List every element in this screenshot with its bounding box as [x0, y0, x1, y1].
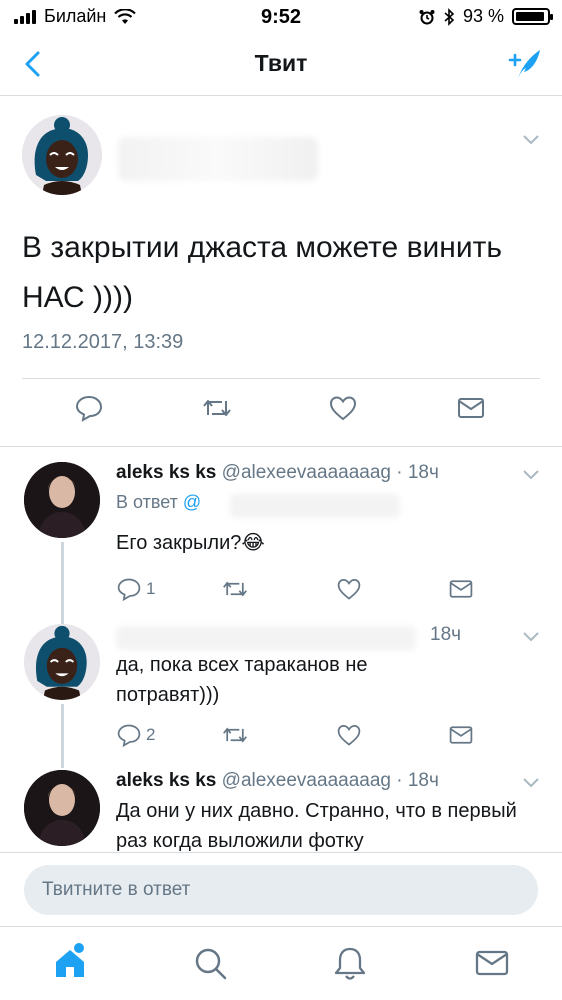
- avatar[interactable]: [24, 462, 100, 538]
- reply-time: · 18ч: [396, 770, 439, 791]
- reply-icon[interactable]: [74, 393, 104, 423]
- divider: [22, 378, 540, 379]
- reply-tweet[interactable]: aleks ks ks @alexeevaaaaaaag · 18ч В отв…: [0, 448, 562, 618]
- compose-icon[interactable]: [504, 46, 544, 82]
- tweet-date: 12.12.2017, 13:39: [22, 331, 184, 353]
- thread-line: [61, 704, 64, 764]
- reply-header: aleks ks ks @alexeevaaaaaaag · 18ч: [116, 462, 439, 484]
- thread-line: [61, 542, 64, 618]
- blurred-handle: [230, 494, 400, 518]
- dm-icon[interactable]: [456, 393, 486, 423]
- retweet-icon[interactable]: [200, 393, 234, 423]
- in-reply-label: В ответ: [116, 492, 183, 512]
- battery-percent: 93 %: [462, 6, 504, 26]
- dm-icon[interactable]: [448, 722, 474, 748]
- home-icon[interactable]: [50, 943, 90, 983]
- reply-action[interactable]: 2: [116, 722, 155, 748]
- reply-text-content: Его закрыли?: [116, 532, 242, 554]
- display-name[interactable]: aleks ks ks: [116, 462, 216, 483]
- thread-line: [61, 764, 64, 768]
- avatar-illustration: [24, 624, 100, 700]
- retweet-icon[interactable]: [220, 722, 250, 748]
- blurred-username: [116, 626, 416, 650]
- laughing-emoji: 😂: [241, 532, 265, 554]
- user-handle[interactable]: @alexeevaaaaaaag: [222, 770, 391, 791]
- tweet-text: В закрытии джаста можете винить НАС )))): [22, 231, 502, 314]
- dm-icon[interactable]: [448, 576, 474, 602]
- reply-time: 18ч: [430, 624, 462, 645]
- display-name[interactable]: aleks ks ks: [116, 770, 216, 791]
- user-handle[interactable]: @alexeevaaaaaaag: [222, 462, 391, 483]
- reply-text: Его закрыли?😂: [116, 528, 536, 558]
- in-reply-to: В ответ @: [116, 492, 201, 513]
- messages-icon[interactable]: [472, 943, 512, 983]
- nav-bar: Твит: [0, 36, 562, 96]
- avatar-photo: [24, 462, 100, 538]
- like-icon[interactable]: [328, 393, 358, 423]
- avatar[interactable]: [22, 115, 102, 195]
- reply-text: да, пока всех тараканов не потравят))): [116, 654, 368, 706]
- notification-dot: [74, 943, 84, 953]
- chevron-down-icon[interactable]: [522, 776, 540, 788]
- notifications-icon[interactable]: [330, 943, 370, 983]
- reply-icon[interactable]: [116, 722, 142, 748]
- reply-count: 2: [146, 725, 156, 744]
- retweet-icon[interactable]: [220, 576, 250, 602]
- reply-icon[interactable]: [116, 576, 142, 602]
- chevron-down-icon[interactable]: [522, 133, 540, 145]
- avatar[interactable]: [24, 624, 100, 700]
- like-icon[interactable]: [336, 722, 362, 748]
- reply-input[interactable]: Твитните в ответ: [24, 865, 538, 915]
- reply-header: 18ч: [430, 624, 461, 646]
- reply-count: 1: [146, 579, 156, 598]
- like-icon[interactable]: [336, 576, 362, 602]
- page-title: Твит: [254, 50, 308, 76]
- alarm-icon: [419, 9, 435, 24]
- blurred-username: [118, 137, 318, 181]
- reply-composer-bar: Твитните в ответ: [0, 852, 562, 926]
- reply-time: · 18ч: [396, 462, 439, 483]
- avatar[interactable]: [24, 770, 100, 846]
- avatar-illustration: [22, 115, 102, 195]
- reply-text: Да они у них давно. Странно, что в первы…: [116, 800, 517, 852]
- chevron-down-icon[interactable]: [522, 468, 540, 480]
- status-right: 93 %: [419, 6, 553, 27]
- avatar-photo: [24, 770, 100, 846]
- status-bar: Билайн 9:52 93 %: [0, 0, 562, 36]
- reply-tweet[interactable]: 18ч да, пока всех тараканов не потравят)…: [0, 618, 562, 764]
- reply-action[interactable]: 1: [116, 576, 155, 602]
- bluetooth-icon: [444, 7, 455, 26]
- main-tweet: В закрытии джаста можете винить НАС ))))…: [0, 97, 562, 447]
- reply-tweet[interactable]: aleks ks ks @alexeevaaaaaaag · 18ч Да он…: [0, 764, 562, 852]
- tab-bar: [0, 926, 562, 1000]
- reply-header: aleks ks ks @alexeevaaaaaaag · 18ч: [116, 770, 439, 792]
- search-icon[interactable]: [190, 943, 230, 983]
- battery-icon: [512, 8, 553, 25]
- in-reply-handle[interactable]: @: [183, 492, 201, 512]
- tweet-actions: [0, 393, 562, 427]
- chevron-down-icon[interactable]: [522, 630, 540, 642]
